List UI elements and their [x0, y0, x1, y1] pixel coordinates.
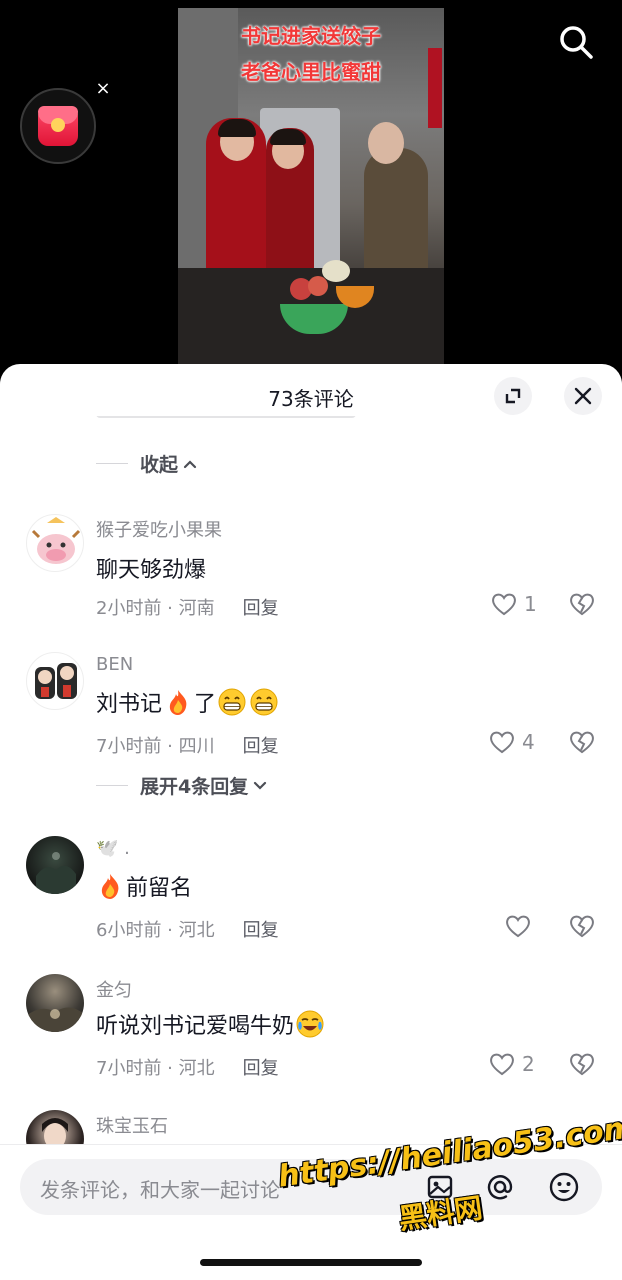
heart-icon: [490, 1053, 514, 1076]
reply-button[interactable]: 回复: [243, 732, 279, 758]
divider-line: [96, 785, 128, 786]
comment-input-placeholder: 发条评论，和大家一起讨论: [40, 1178, 280, 1202]
landscape-avatar-icon: [26, 1007, 84, 1032]
avatar[interactable]: [26, 514, 84, 572]
expand-button[interactable]: [494, 377, 532, 415]
chevron-up-icon: [183, 459, 197, 468]
video-fruit: [308, 276, 328, 296]
heart-icon: [490, 731, 514, 754]
fire-emoji-icon: [101, 874, 119, 899]
comment-text: 前留名: [96, 870, 192, 902]
like-button[interactable]: [504, 912, 538, 940]
broken-heart-icon: [570, 915, 594, 938]
laugh-cry-emoji-icon: [296, 1010, 324, 1038]
comment-text: 刘书记 了: [96, 686, 280, 718]
clipped-previous-row: [96, 416, 616, 430]
video-player[interactable]: 书记进家送饺子 老爸心里比蜜甜: [178, 8, 444, 364]
grin-emoji-icon: [218, 688, 246, 716]
broken-heart-icon: [570, 593, 594, 616]
reply-button[interactable]: 回复: [243, 594, 279, 620]
like-button[interactable]: 4: [488, 728, 535, 756]
expand-replies-button[interactable]: 展开4条回复: [96, 772, 268, 799]
broken-heart-icon: [570, 1053, 594, 1076]
like-button[interactable]: 1: [490, 590, 537, 618]
sheet-header: 73条评论: [0, 364, 622, 424]
comment-username[interactable]: 金匀: [96, 976, 132, 1002]
like-button[interactable]: 2: [488, 1050, 535, 1078]
cow-avatar-icon: [31, 517, 81, 564]
video-elder: [364, 148, 428, 278]
heart-icon: [506, 915, 530, 938]
comment-text: 听说刘书记爱喝牛奶: [96, 1008, 326, 1040]
video-hair: [218, 119, 256, 137]
heart-icon: [492, 593, 516, 616]
reply-button[interactable]: 回复: [243, 1054, 279, 1080]
avatar[interactable]: [26, 836, 84, 894]
comment-time-location: 2小时前 · 河南: [96, 598, 215, 619]
collapse-label: 收起: [140, 454, 179, 476]
fire-emoji-icon: [169, 690, 187, 715]
like-count: 1: [524, 592, 537, 616]
close-icon: [574, 387, 592, 405]
avatar[interactable]: [26, 974, 84, 1032]
divider-line: [96, 463, 128, 464]
comment-time-location: 6小时前 · 河北: [96, 920, 215, 941]
avatar[interactable]: [26, 652, 84, 710]
comment-username[interactable]: BEN: [96, 654, 133, 675]
dislike-button[interactable]: [568, 590, 596, 622]
search-button[interactable]: [556, 22, 596, 62]
video-caption-line1: 书记进家送饺子: [241, 24, 381, 48]
close-icon[interactable]: ×: [94, 78, 112, 99]
chevron-down-icon: [254, 781, 267, 790]
like-count: 4: [522, 730, 535, 754]
comment-username[interactable]: 🕊️ .: [96, 838, 130, 859]
search-icon: [560, 26, 593, 59]
comment-text-part: 了: [194, 692, 217, 717]
cartoon-avatar-icon: [35, 663, 77, 699]
dislike-button[interactable]: [568, 1050, 596, 1082]
close-button[interactable]: [564, 377, 602, 415]
comment-text-part: 听说刘书记爱喝牛奶: [96, 1014, 295, 1039]
video-caption-line2: 老爸心里比蜜甜: [241, 60, 381, 84]
comment-username[interactable]: 猴子爱吃小果果: [96, 516, 222, 542]
at-icon: [487, 1175, 513, 1200]
mention-button[interactable]: [480, 1167, 520, 1207]
comment-text: 聊天够劲爆: [96, 558, 207, 583]
comment-time-location: 7小时前 · 四川: [96, 736, 215, 757]
collapse-replies-button[interactable]: 收起: [96, 450, 198, 477]
comment-time-location: 7小时前 · 河北: [96, 1058, 215, 1079]
like-count: 2: [522, 1052, 535, 1076]
grin-emoji-icon: [250, 688, 278, 716]
red-packet-coin: [51, 118, 65, 132]
dislike-button[interactable]: [568, 912, 596, 944]
comment-username[interactable]: 珠宝玉石: [96, 1112, 168, 1138]
comment-text-part: 前留名: [126, 876, 193, 901]
dark-avatar-icon: [36, 852, 76, 894]
reply-button[interactable]: 回复: [243, 916, 279, 942]
expand-icon: [505, 388, 521, 404]
emoji-button[interactable]: [544, 1167, 584, 1207]
video-hair: [270, 129, 306, 145]
broken-heart-icon: [570, 731, 594, 754]
red-packet-button[interactable]: [20, 88, 96, 164]
dislike-button[interactable]: [568, 728, 596, 760]
home-indicator[interactable]: [200, 1259, 422, 1266]
expand-replies-label: 展开4条回复: [140, 776, 249, 798]
comment-text-part: 刘书记: [96, 692, 163, 717]
video-fruit: [322, 260, 350, 282]
video-elder-head: [368, 122, 404, 164]
emoji-icon: [549, 1172, 579, 1202]
